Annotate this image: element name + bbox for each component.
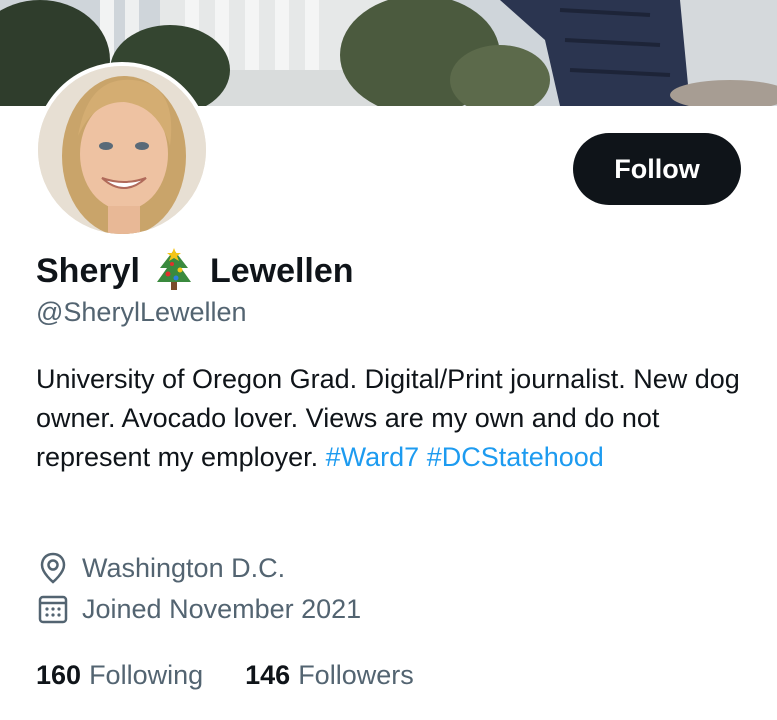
display-name-last: Lewellen: [209, 251, 354, 290]
profile-stats: 160 Following 146 Followers: [36, 660, 456, 691]
user-handle: @SherylLewellen: [36, 297, 247, 327]
hashtag-dcstatehood[interactable]: #DCStatehood: [427, 442, 604, 472]
followers-label: Followers: [298, 660, 414, 690]
location-pin-icon: [36, 551, 70, 585]
followers-count: 146: [245, 660, 291, 690]
profile-location: Washington D.C.: [36, 551, 285, 585]
location-text: Washington D.C.: [82, 552, 286, 583]
profile-joined: Joined November 2021: [36, 592, 361, 626]
display-name-first: Sheryl: [36, 251, 140, 290]
calendar-icon: [36, 592, 70, 626]
profile-avatar[interactable]: [34, 62, 210, 238]
display-name: Sheryl Lewellen: [36, 248, 354, 294]
hashtag-ward7[interactable]: #Ward7: [326, 442, 420, 472]
following-count: 160: [36, 660, 82, 690]
follow-button[interactable]: Follow: [573, 133, 741, 205]
following-link[interactable]: 160 Following: [36, 660, 203, 691]
joined-text: Joined November 2021: [82, 593, 362, 624]
followers-link[interactable]: 146 Followers: [245, 660, 414, 691]
profile-bio: University of Oregon Grad. Digital/Print…: [36, 360, 756, 477]
following-label: Following: [89, 660, 204, 690]
christmas-tree-icon: [154, 248, 194, 294]
